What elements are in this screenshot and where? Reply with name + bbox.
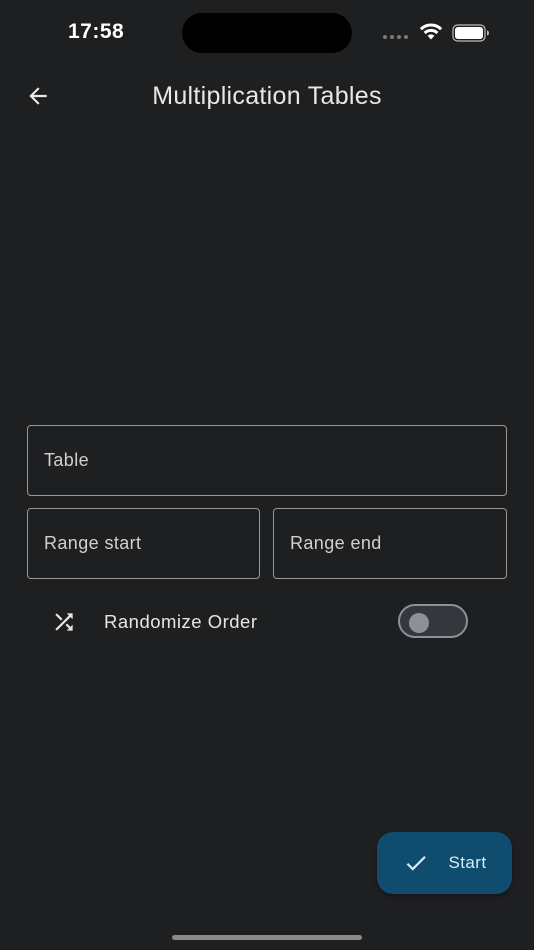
check-icon: [406, 856, 426, 871]
dynamic-island: [182, 13, 352, 53]
wifi-icon: [419, 23, 443, 40]
switch-knob: [409, 613, 429, 633]
app-bar: Multiplication Tables: [0, 64, 534, 128]
randomize-order-label: Randomize Order: [104, 611, 258, 632]
range-start-input[interactable]: [44, 509, 243, 578]
status-bar: 17:58: [0, 0, 534, 64]
shuffle-icon: [55, 613, 73, 631]
table-field[interactable]: [27, 425, 507, 496]
range-start-field[interactable]: [27, 508, 260, 579]
randomize-order-switch[interactable]: [398, 604, 468, 638]
start-button[interactable]: Start: [377, 832, 512, 894]
range-end-input[interactable]: [290, 509, 490, 578]
home-indicator[interactable]: [172, 935, 362, 940]
table-input[interactable]: [44, 426, 490, 495]
start-button-label: Start: [448, 853, 487, 872]
status-time: 17:58: [68, 20, 125, 43]
battery-icon: [452, 24, 489, 42]
range-end-field[interactable]: [273, 508, 507, 579]
randomize-order-row[interactable]: Randomize Order: [27, 596, 507, 648]
page-title: Multiplication Tables: [152, 82, 382, 110]
cellular-signal-icon: [383, 35, 408, 39]
